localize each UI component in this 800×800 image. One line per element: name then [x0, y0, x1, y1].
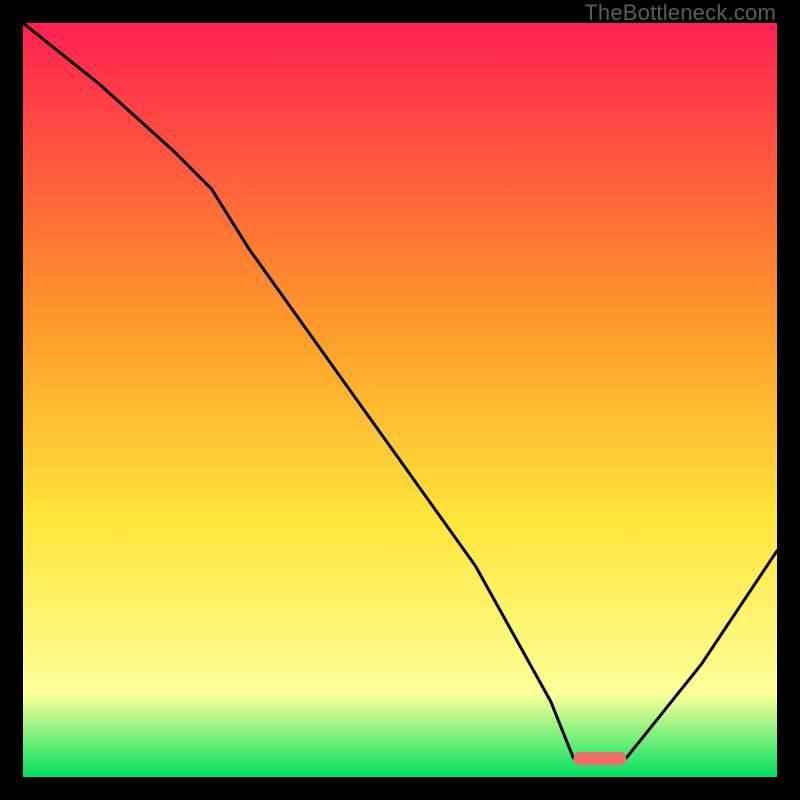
gradient-background	[23, 23, 777, 777]
chart-frame: TheBottleneck.com	[0, 0, 800, 800]
optimal-marker	[573, 752, 626, 765]
bottleneck-chart	[23, 23, 777, 777]
plot-area	[23, 23, 777, 777]
